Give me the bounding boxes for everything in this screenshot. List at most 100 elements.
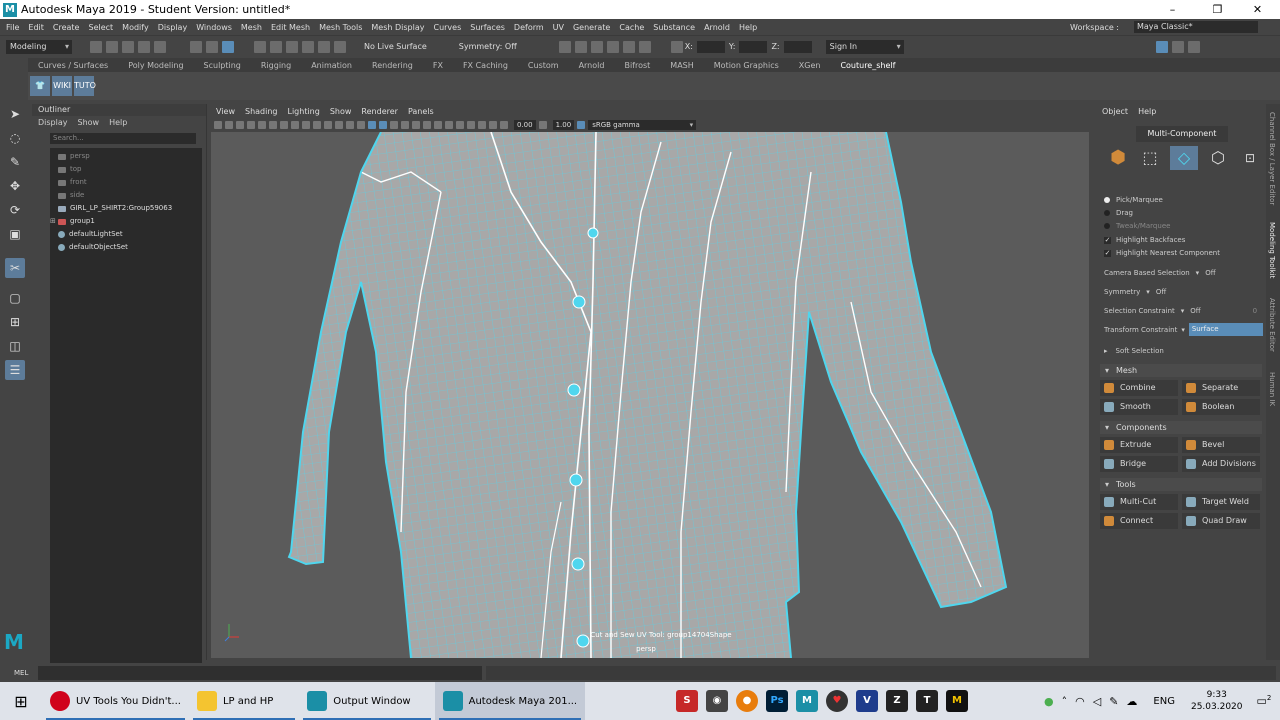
viewport-menu-lighting[interactable]: Lighting <box>287 107 319 116</box>
render-icon[interactable] <box>558 40 571 53</box>
check-highlight-backfaces[interactable]: ✓ Highlight Backfaces <box>1104 236 1185 244</box>
start-button[interactable]: ⊞ <box>0 682 42 720</box>
maya-icon[interactable]: M <box>796 690 818 712</box>
taskbar-app-maya[interactable]: Autodesk Maya 201... <box>434 682 586 720</box>
layout-icon[interactable] <box>1155 40 1168 53</box>
outliner-item-top[interactable]: top <box>50 163 202 176</box>
menu-create[interactable]: Create <box>53 23 80 32</box>
outliner-menu-display[interactable]: Display <box>38 118 68 127</box>
color-management-icon[interactable] <box>577 121 586 129</box>
textured-icon[interactable] <box>390 121 398 129</box>
new-scene-icon[interactable] <box>90 40 102 53</box>
notifications-icon[interactable]: ▭2 <box>1257 694 1272 708</box>
zbrush-icon[interactable]: Z <box>886 690 908 712</box>
menu-curves[interactable]: Curves <box>433 23 461 32</box>
view-transform-dropdown[interactable]: sRGB gamma <box>588 120 697 130</box>
bevel-button[interactable]: Bevel <box>1182 437 1260 453</box>
symmetry-label[interactable]: Symmetry: Off <box>459 42 517 51</box>
combine-button[interactable]: Combine <box>1100 380 1178 396</box>
volume-icon[interactable]: ◁ <box>1093 695 1101 708</box>
lights-icon[interactable] <box>401 121 409 129</box>
v-app-icon[interactable]: V <box>856 690 878 712</box>
panel-icon[interactable] <box>1171 40 1184 53</box>
menu-mesh[interactable]: Mesh <box>241 23 262 32</box>
extrude-button[interactable]: Extrude <box>1100 437 1178 453</box>
field-chart-icon[interactable] <box>324 121 332 129</box>
viewport-menu-shading[interactable]: Shading <box>245 107 278 116</box>
paint-select-icon[interactable]: ✎ <box>5 152 25 172</box>
pen-icon[interactable]: ✎ <box>1109 695 1118 708</box>
menu-mesh-display[interactable]: Mesh Display <box>371 23 424 32</box>
edge-mode-icon[interactable]: ◇ <box>1170 146 1198 170</box>
scale-tool-icon[interactable]: ▣ <box>5 224 25 244</box>
clock[interactable]: 9:33 25.03.2020 <box>1191 689 1243 713</box>
couture-shirt-icon[interactable]: 👕 <box>30 76 50 96</box>
outliner-item-shirt-group[interactable]: GIRL_LP_SHIRT2:Group59063 <box>50 202 202 215</box>
y-field[interactable] <box>739 40 768 53</box>
option-drag[interactable]: Drag <box>1104 209 1133 217</box>
menu-cache[interactable]: Cache <box>619 23 644 32</box>
gamma-field[interactable]: 1.00 <box>552 120 575 130</box>
components-section-header[interactable]: Components <box>1100 421 1262 434</box>
two-pane-icon[interactable]: ◫ <box>5 336 25 356</box>
outliner-item-front[interactable]: front <box>50 176 202 189</box>
tab-xgen[interactable]: XGen <box>789 61 831 70</box>
tab-curves-surfaces[interactable]: Curves / Surfaces <box>28 61 118 70</box>
gamma-icon[interactable] <box>538 121 547 129</box>
tab-rigging[interactable]: Rigging <box>251 61 301 70</box>
outliner-item-group1[interactable]: ⊞ group1 <box>50 215 202 228</box>
magnet-icon[interactable] <box>334 40 346 53</box>
target-weld-button[interactable]: Target Weld <box>1182 494 1260 510</box>
selection-constraint[interactable]: Selection Constraint ▾ Off 0 <box>1104 307 1257 315</box>
tab-mash[interactable]: MASH <box>660 61 703 70</box>
menu-arnold[interactable]: Arnold <box>704 23 730 32</box>
mode-dropdown[interactable]: Modeling <box>6 39 72 54</box>
photoshop-icon[interactable]: Ps <box>766 690 788 712</box>
tab-human-ik[interactable]: Human IK <box>1268 372 1276 406</box>
lasso-tool-icon[interactable]: ◌ <box>5 128 25 148</box>
symmetry-option[interactable]: Symmetry ▾ Off <box>1104 288 1166 296</box>
tab-fx[interactable]: FX <box>423 61 453 70</box>
select-hierarchy-icon[interactable] <box>190 40 202 53</box>
menu-surfaces[interactable]: Surfaces <box>470 23 505 32</box>
toolkit-menu-object[interactable]: Object <box>1102 107 1128 116</box>
add-divisions-button[interactable]: Add Divisions <box>1182 456 1260 472</box>
four-pane-icon[interactable]: ⊞ <box>5 312 25 332</box>
uv-mode-icon[interactable]: ⊡ <box>1238 146 1262 170</box>
outliner-layout-icon[interactable]: ☰ <box>5 360 25 380</box>
menu-edit[interactable]: Edit <box>28 23 44 32</box>
language-indicator[interactable]: ENG <box>1153 696 1175 707</box>
menu-deform[interactable]: Deform <box>514 23 544 32</box>
grid-icon[interactable] <box>280 121 288 129</box>
2d-pan-icon[interactable] <box>258 121 266 129</box>
viewport-menu-view[interactable]: View <box>216 107 235 116</box>
outliner-menu-help[interactable]: Help <box>109 118 127 127</box>
single-pane-icon[interactable]: ▢ <box>5 288 25 308</box>
bridge-button[interactable]: Bridge <box>1100 456 1178 472</box>
resolution-gate-icon[interactable] <box>302 121 310 129</box>
tab-bifrost[interactable]: Bifrost <box>614 61 660 70</box>
tab-poly-modeling[interactable]: Poly Modeling <box>118 61 193 70</box>
tab-motion-graphics[interactable]: Motion Graphics <box>704 61 789 70</box>
viewport-menu-show[interactable]: Show <box>330 107 352 116</box>
marvelous-icon[interactable]: M <box>946 690 968 712</box>
tab-channel-box[interactable]: Channel Box / Layer Editor <box>1268 112 1276 205</box>
snap-projected-icon[interactable] <box>302 40 314 53</box>
transform-mode-icon[interactable] <box>670 40 683 53</box>
substance-icon[interactable]: S <box>676 690 698 712</box>
workspace-dropdown[interactable]: Maya Classic* <box>1134 21 1258 33</box>
z-field[interactable] <box>783 40 812 53</box>
outliner-item-default-light-set[interactable]: defaultLightSet <box>50 228 202 241</box>
minimize-button[interactable]: – <box>1150 0 1195 19</box>
menu-modify[interactable]: Modify <box>122 23 149 32</box>
menu-edit-mesh[interactable]: Edit Mesh <box>271 23 310 32</box>
tab-rendering[interactable]: Rendering <box>362 61 423 70</box>
camera-based-selection[interactable]: Camera Based Selection ▾ Off <box>1104 269 1216 277</box>
outliner-search-input[interactable]: Search... <box>50 133 196 144</box>
vertex-mode-icon[interactable]: ⬚ <box>1138 146 1162 170</box>
grease-pencil-icon[interactable] <box>269 121 277 129</box>
tray-green-icon[interactable]: ● <box>1044 695 1054 708</box>
exposure-icon[interactable] <box>500 121 508 129</box>
hypershade-icon[interactable] <box>606 40 619 53</box>
redo-icon[interactable] <box>154 40 166 53</box>
